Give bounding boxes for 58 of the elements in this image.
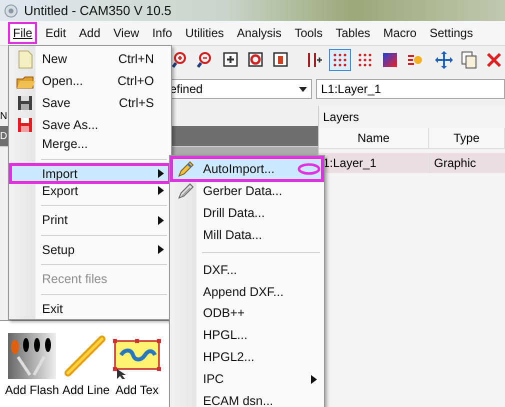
menu-item[interactable]: View bbox=[108, 22, 144, 44]
menu-item[interactable]: Export bbox=[11, 182, 169, 200]
menu-item[interactable]: AutoImport... bbox=[172, 158, 322, 180]
menu-item[interactable]: Utilities bbox=[180, 22, 229, 44]
page-icon bbox=[246, 50, 266, 70]
column-header[interactable]: Type bbox=[429, 128, 505, 148]
dropdown-arrow-icon bbox=[299, 86, 307, 92]
menu-item[interactable]: File bbox=[8, 22, 38, 44]
menu-item[interactable]: Tables bbox=[330, 22, 376, 44]
menu-item[interactable]: Analysis bbox=[232, 22, 287, 44]
menu-item[interactable]: Edit bbox=[40, 22, 72, 44]
menu-item[interactable]: Settings bbox=[424, 22, 478, 44]
tool-button[interactable]: Add Tex bbox=[113, 333, 162, 407]
panel-title: Layers bbox=[322, 109, 360, 126]
pencil-icon bbox=[176, 181, 196, 201]
menu-item[interactable]: Append DXF... bbox=[172, 280, 322, 303]
menu-item[interactable]: IPC bbox=[172, 368, 322, 390]
layer-row[interactable]: 1:Layer_1 Graphic bbox=[319, 153, 505, 173]
panel-header-label: D bbox=[0, 130, 8, 142]
copy-icon bbox=[459, 50, 479, 70]
delete-icon bbox=[484, 50, 504, 70]
tool-button[interactable]: Add Line bbox=[62, 333, 110, 407]
menu-item[interactable]: Mill Data... bbox=[172, 224, 322, 246]
pencil-icon bbox=[176, 159, 196, 179]
flash-tool-icon bbox=[8, 333, 56, 379]
menu-item[interactable]: New Ctrl+N bbox=[11, 48, 169, 70]
menu-item[interactable]: Tools bbox=[290, 22, 328, 44]
menu-item[interactable]: Setup bbox=[11, 241, 169, 258]
menu-item[interactable]: Drill Data... bbox=[172, 202, 322, 224]
menu-item[interactable]: Save Ctrl+S bbox=[11, 92, 169, 114]
menu-item[interactable]: Info bbox=[147, 22, 178, 44]
menu-item[interactable]: Merge... bbox=[11, 136, 169, 153]
menu-item[interactable]: Add bbox=[74, 22, 106, 44]
page-icon bbox=[271, 50, 291, 70]
submenu-arrow-icon bbox=[311, 374, 317, 384]
menu-item[interactable]: Macro bbox=[378, 22, 422, 44]
menu-item[interactable]: Print bbox=[11, 212, 169, 229]
menu-item[interactable]: Save As... bbox=[11, 114, 169, 136]
window-title: Untitled - CAM350 V 10.5 bbox=[24, 3, 172, 18]
tool-button[interactable]: Add Flash bbox=[5, 333, 60, 407]
menu-item[interactable]: DXF... bbox=[172, 258, 322, 281]
menu-item[interactable]: HPGL2... bbox=[172, 346, 322, 368]
layer-select[interactable]: L1:Layer_1 bbox=[316, 79, 505, 99]
menu-item[interactable]: Gerber Data... bbox=[172, 180, 322, 202]
menu-item[interactable]: Import bbox=[11, 165, 169, 182]
add-box-icon bbox=[221, 50, 241, 70]
menu-item[interactable]: Exit bbox=[11, 300, 169, 317]
menu-item[interactable]: Open... Ctrl+O bbox=[11, 70, 169, 92]
app-icon bbox=[4, 4, 18, 18]
submenu-arrow-icon bbox=[158, 245, 164, 254]
panel-label: N bbox=[0, 110, 8, 122]
menu-item[interactable]: ODB++ bbox=[172, 302, 322, 324]
menu-item[interactable]: HPGL... bbox=[172, 324, 322, 346]
move-icon bbox=[434, 50, 454, 70]
column-header[interactable]: Name bbox=[319, 128, 429, 148]
submenu-arrow-icon bbox=[158, 216, 164, 225]
menu-item[interactable]: ECAM dsn... bbox=[172, 390, 322, 407]
ellipse-mark bbox=[297, 163, 321, 175]
